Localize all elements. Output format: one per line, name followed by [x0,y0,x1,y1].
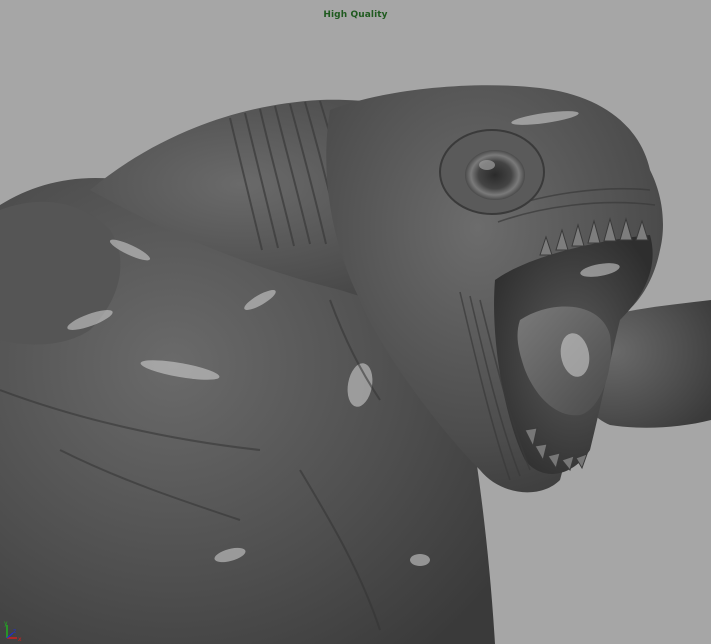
axis-gizmo: y x z [4,620,22,642]
creature-model[interactable] [0,0,711,644]
axis-x-label: x [18,636,22,642]
axis-z-label: z [13,628,16,635]
creature-eye-highlight [479,160,495,170]
creature-eye [465,150,525,200]
viewport-quality-label: High Quality [323,10,388,20]
axis-y-label: y [4,620,8,627]
3d-viewport[interactable]: High Quality y x z [0,0,711,644]
